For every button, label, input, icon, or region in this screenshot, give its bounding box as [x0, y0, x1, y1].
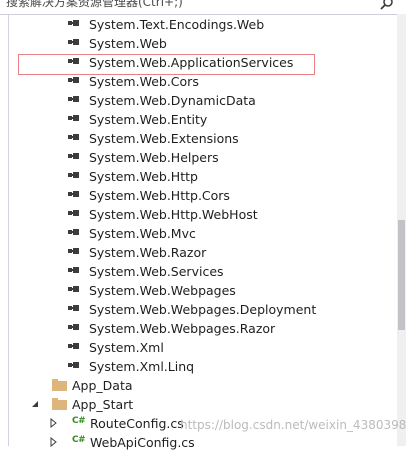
- folder-label: App_Start: [72, 397, 134, 412]
- reference-item[interactable]: System.Web.Webpages.Razor: [0, 319, 397, 338]
- reference-label: System.Web.Razor: [89, 245, 207, 260]
- reference-label: System.Web.Extensions: [89, 131, 239, 146]
- reference-icon: [68, 77, 82, 85]
- watermark: https://blog.csdn.net/weixin_43803985: [180, 418, 406, 432]
- reference-label: System.Web.Http.Cors: [89, 188, 230, 203]
- reference-label: System.Web.Helpers: [89, 150, 219, 165]
- reference-icon: [68, 20, 82, 28]
- file-label: WebApiConfig.cs: [90, 435, 195, 450]
- folder-app-start[interactable]: App_Start: [0, 395, 397, 414]
- reference-icon: [68, 172, 82, 180]
- solution-explorer-tree[interactable]: System.Text.Encodings.Web System.Web Sys…: [0, 14, 397, 450]
- reference-label: System.Web.Http.WebHost: [89, 207, 258, 222]
- folder-label: App_Data: [72, 378, 133, 393]
- expand-arrow-down-icon[interactable]: [30, 399, 40, 409]
- file-label: RouteConfig.cs: [90, 416, 184, 431]
- csharp-file-icon: C#: [72, 416, 86, 426]
- reference-item[interactable]: System.Web.Http: [0, 167, 397, 186]
- reference-item[interactable]: System.Web.Entity: [0, 110, 397, 129]
- reference-label: System.Xml.Linq: [89, 359, 195, 374]
- reference-label: System.Web.DynamicData: [89, 93, 256, 108]
- reference-icon: [68, 267, 82, 275]
- search-bar[interactable]: 搜索解决方案资源管理器(Ctrl+;): [0, 0, 406, 15]
- file-item[interactable]: C# WebApiConfig.cs: [0, 433, 397, 452]
- search-input[interactable]: 搜索解决方案资源管理器(Ctrl+;): [6, 0, 183, 10]
- reference-icon: [68, 305, 82, 313]
- csharp-file-icon: C#: [72, 435, 86, 445]
- reference-item[interactable]: System.Web.Http.Cors: [0, 186, 397, 205]
- reference-label: System.Web.Webpages.Razor: [89, 321, 276, 336]
- reference-icon: [68, 96, 82, 104]
- reference-icon: [68, 39, 82, 47]
- reference-icon: [68, 229, 82, 237]
- reference-icon: [68, 210, 82, 218]
- reference-item[interactable]: System.Web.Webpages.Deployment: [0, 300, 397, 319]
- reference-item[interactable]: System.Web.Helpers: [0, 148, 397, 167]
- reference-item[interactable]: System.Web.Razor: [0, 243, 397, 262]
- reference-label: System.Text.Encodings.Web: [89, 17, 265, 32]
- reference-icon: [68, 153, 82, 161]
- reference-icon: [68, 191, 82, 199]
- folder-icon: [52, 379, 67, 391]
- reference-item[interactable]: System.Web.Extensions: [0, 129, 397, 148]
- search-icon[interactable]: [380, 0, 394, 10]
- reference-item[interactable]: System.Xml: [0, 338, 397, 357]
- folder-open-icon: [52, 398, 67, 410]
- reference-label: System.Web.Mvc: [89, 226, 196, 241]
- reference-item[interactable]: System.Web.Services: [0, 262, 397, 281]
- expand-arrow-right-icon[interactable]: [48, 418, 58, 428]
- reference-icon: [68, 343, 82, 351]
- highlight-box: [18, 54, 315, 75]
- reference-label: System.Web.Entity: [89, 112, 208, 127]
- reference-item[interactable]: System.Web: [0, 34, 397, 53]
- reference-label: System.Web.Cors: [89, 74, 199, 89]
- reference-label: System.Web.Http: [89, 169, 198, 184]
- reference-label: System.Web.Webpages: [89, 283, 236, 298]
- reference-icon: [68, 115, 82, 123]
- reference-item[interactable]: System.Web.Mvc: [0, 224, 397, 243]
- reference-label: System.Web.Webpages.Deployment: [89, 302, 317, 317]
- reference-icon: [68, 324, 82, 332]
- reference-label: System.Web.Services: [89, 264, 224, 279]
- reference-item[interactable]: System.Xml.Linq: [0, 357, 397, 376]
- reference-label: System.Web: [89, 36, 167, 51]
- reference-item[interactable]: System.Web.DynamicData: [0, 91, 397, 110]
- reference-icon: [68, 134, 82, 142]
- folder-app-data[interactable]: App_Data: [0, 376, 397, 395]
- reference-icon: [68, 286, 82, 294]
- reference-icon: [68, 362, 82, 370]
- reference-item[interactable]: System.Web.Http.WebHost: [0, 205, 397, 224]
- reference-item[interactable]: System.Web.Webpages: [0, 281, 397, 300]
- reference-label: System.Xml: [89, 340, 164, 355]
- reference-item[interactable]: System.Text.Encodings.Web: [0, 15, 397, 34]
- vertical-scrollbar-thumb[interactable]: [398, 220, 405, 330]
- reference-icon: [68, 248, 82, 256]
